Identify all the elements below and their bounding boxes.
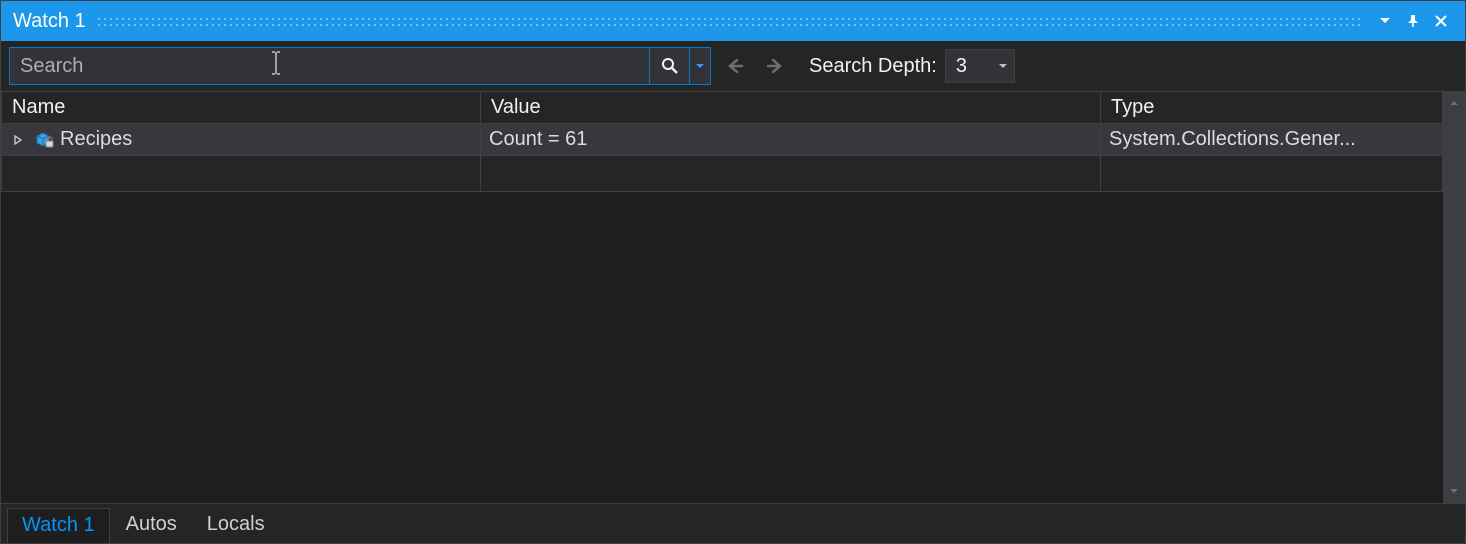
col-header-name[interactable]: Name [1,91,481,124]
watch-panel: Watch 1 [0,0,1466,544]
bottom-tabs: Watch 1 Autos Locals [1,503,1465,543]
search-depth-label: Search Depth: [809,55,937,78]
titlebar[interactable]: Watch 1 [1,1,1465,41]
empty-watch-row[interactable] [1,156,1443,192]
scroll-down-icon[interactable] [1443,481,1465,501]
cell-type[interactable]: System.Collections.Gener... [1101,124,1443,156]
cell-value[interactable]: Count = 61 [481,124,1101,156]
close-icon [1434,14,1448,28]
close-button[interactable] [1427,7,1455,35]
tab-label: Autos [126,513,177,536]
chevron-down-icon [695,61,705,71]
cell-name[interactable]: Recipes [1,124,481,156]
chevron-down-icon [998,61,1008,71]
tab-label: Locals [207,513,265,536]
titlebar-grip[interactable] [96,16,1363,26]
search-options-dropdown[interactable] [689,47,711,85]
row-name-text: Recipes [60,128,132,151]
watch-row[interactable]: Recipes Count = 61 System.Collections.Ge… [1,124,1443,156]
pin-icon [1406,14,1420,28]
object-icon [34,131,54,149]
scroll-up-icon[interactable] [1443,93,1465,113]
expand-toggle[interactable] [10,132,26,148]
search-depth-select[interactable]: 3 [945,49,1015,83]
pin-button[interactable] [1399,7,1427,35]
search-icon [661,57,679,75]
row-type-text: System.Collections.Gener... [1109,128,1356,151]
search-button[interactable] [649,47,689,85]
chevron-down-icon [1379,15,1391,27]
triangle-right-icon [13,135,23,145]
watch-grid-wrap: Name Value Type [1,91,1465,503]
search-next-button[interactable] [759,50,791,82]
arrow-right-icon [765,56,785,76]
search-box [9,47,711,85]
tab-locals[interactable]: Locals [193,508,279,543]
window-menu-button[interactable] [1371,7,1399,35]
tab-autos[interactable]: Autos [112,508,191,543]
toolbar: Search Depth: 3 [1,41,1465,91]
watch-grid: Name Value Type [1,91,1443,503]
col-header-value[interactable]: Value [481,91,1101,124]
search-depth-value: 3 [956,55,967,78]
row-value-text: Count = 61 [489,128,587,151]
window-title: Watch 1 [13,10,86,33]
col-header-type[interactable]: Type [1101,91,1443,124]
grid-header: Name Value Type [1,91,1443,124]
vertical-scrollbar[interactable] [1443,91,1465,503]
grid-empty-area [1,192,1443,503]
arrow-left-icon [725,56,745,76]
tab-watch-1[interactable]: Watch 1 [7,508,110,543]
search-input[interactable] [9,47,649,85]
tab-label: Watch 1 [22,514,95,537]
search-prev-button[interactable] [719,50,751,82]
